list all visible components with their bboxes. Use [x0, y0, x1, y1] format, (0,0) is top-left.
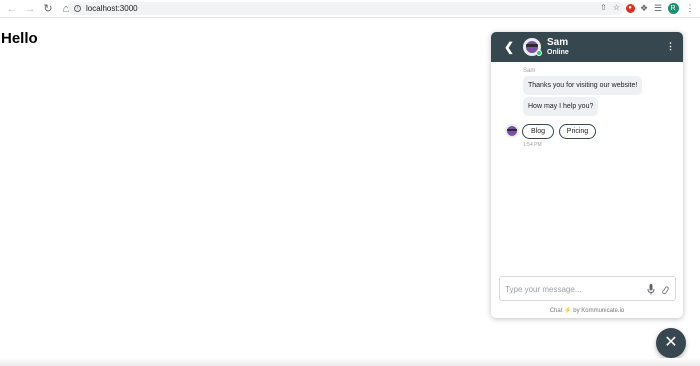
- extensions-puzzle-icon[interactable]: ❖: [638, 2, 650, 14]
- message-bubble: Thanks you for visiting our website!: [523, 76, 643, 95]
- chat-widget: ❮ Sam Online ⋮ Sam Thanks you for visiti…: [491, 32, 683, 318]
- extension-badge-icon: ●: [625, 3, 635, 13]
- site-info-icon[interactable]: i: [74, 5, 81, 12]
- bookmark-star-icon[interactable]: ☆: [613, 3, 620, 12]
- close-icon[interactable]: ✕: [656, 328, 686, 358]
- online-status-dot: [536, 50, 542, 56]
- agent-status: Online: [547, 49, 569, 56]
- reading-list-icon[interactable]: ☰: [652, 2, 664, 14]
- address-bar[interactable]: i localhost:3000 ⇧ ☆: [68, 2, 624, 15]
- quick-reply-blog[interactable]: Blog: [522, 124, 554, 139]
- share-icon[interactable]: ⇧: [600, 3, 607, 12]
- powered-by: Chat ⚡ by Kommunicate.io: [491, 307, 683, 314]
- powered-by-link[interactable]: by Kommunicate.io: [573, 308, 624, 314]
- reload-icon[interactable]: ↻: [41, 2, 55, 16]
- extension-icon[interactable]: ●: [624, 2, 636, 14]
- bot-avatar: [505, 124, 519, 138]
- profile-initial: R: [667, 2, 679, 14]
- browser-menu-icon[interactable]: ⋮: [684, 2, 696, 14]
- quick-reply-pricing[interactable]: Pricing: [559, 124, 596, 139]
- browser-toolbar: ← → ↻ ⌂ i localhost:3000 ⇧ ☆ ● ❖ ☰ R ⋮: [0, 0, 700, 18]
- chat-header: ❮ Sam Online ⋮: [491, 32, 683, 62]
- address-url: localhost:3000: [86, 4, 138, 13]
- profile-avatar[interactable]: R: [667, 2, 679, 14]
- microphone-icon[interactable]: [647, 284, 655, 295]
- message-timestamp: 1:54 PM: [523, 142, 542, 148]
- page-heading: Hello: [1, 30, 38, 47]
- lightning-icon: ⚡: [564, 308, 572, 314]
- agent-name: Sam: [547, 37, 569, 48]
- back-arrow-icon[interactable]: ←: [5, 2, 19, 16]
- forward-arrow-icon[interactable]: →: [23, 2, 37, 16]
- kebab-menu-icon[interactable]: ⋮: [666, 41, 675, 52]
- message-bubble: How may I help you?: [523, 97, 599, 116]
- chevron-left-icon[interactable]: ❮: [501, 39, 517, 55]
- paperclip-icon[interactable]: [661, 284, 669, 295]
- powered-by-prefix: Chat: [549, 308, 563, 314]
- message-sender: Sam: [523, 68, 536, 74]
- bottom-edge: [0, 358, 700, 366]
- message-input[interactable]: [505, 283, 645, 295]
- message-composer: [499, 276, 676, 301]
